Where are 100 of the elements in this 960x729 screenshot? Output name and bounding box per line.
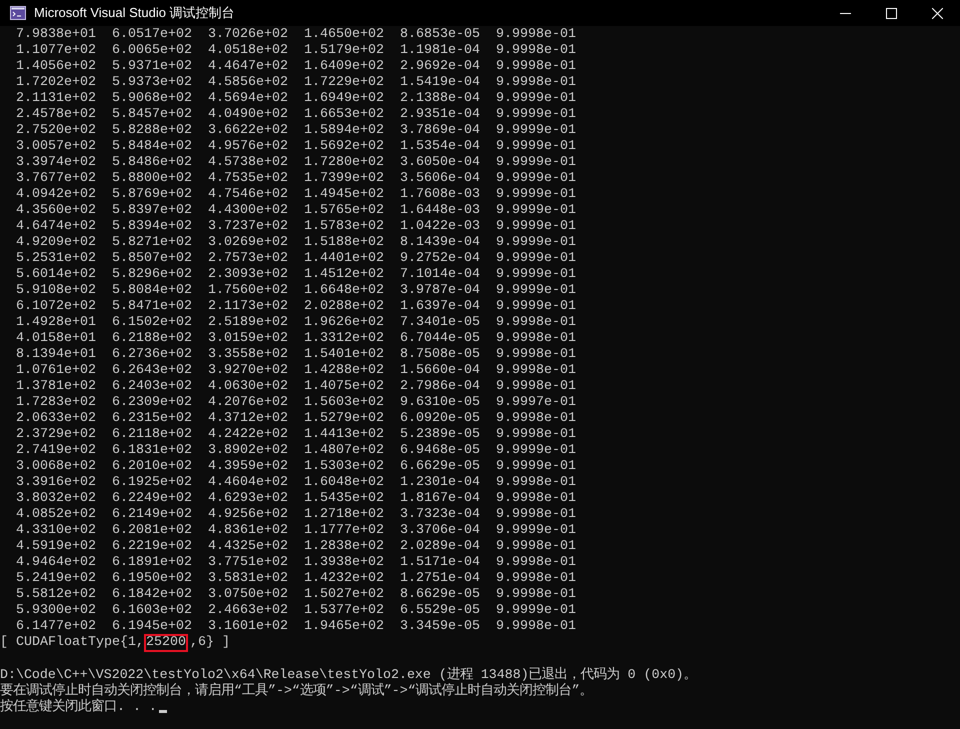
value-text: 4.8361e+02 [208, 523, 289, 539]
value-text: 6.1945e+02 [112, 619, 193, 635]
value-text: 1.4056e+02 [16, 59, 97, 75]
value-text: 2.4663e+02 [208, 603, 289, 619]
value-text: 5.8394e+02 [112, 219, 193, 235]
value-text: 6.2118e+02 [112, 427, 193, 443]
value-text: 9.9998e-01 [496, 507, 577, 523]
value-text: 4.9576e+02 [208, 139, 289, 155]
value-text: 2.4578e+02 [16, 107, 97, 123]
value-text: 5.8486e+02 [112, 155, 193, 171]
value-text: 9.9999e-01 [496, 187, 577, 203]
value-text: 9.9998e-01 [496, 27, 577, 43]
value-text: 6.2249e+02 [112, 491, 193, 507]
value-text: 5.9068e+02 [112, 91, 193, 107]
value-text: 1.4650e+02 [304, 27, 385, 43]
value-text: 9.9998e-01 [496, 539, 577, 555]
value-text: 2.1173e+02 [208, 299, 289, 315]
value-text: 6.5529e-05 [400, 603, 481, 619]
value-text: 1.5188e+02 [304, 235, 385, 251]
value-text: 6.2403e+02 [112, 379, 193, 395]
value-text: 1.7608e-03 [400, 187, 481, 203]
value-text: 3.7677e+02 [16, 171, 97, 187]
value-text: 3.9787e-04 [400, 283, 481, 299]
value-text: 2.7573e+02 [208, 251, 289, 267]
value-text: 4.7546e+02 [208, 187, 289, 203]
value-text: 1.5419e-04 [400, 75, 481, 91]
value-text: 4.0518e+02 [208, 43, 289, 59]
value-text: 5.2419e+02 [16, 571, 97, 587]
value-text: 5.8769e+02 [112, 187, 193, 203]
value-text: 2.1388e-04 [400, 91, 481, 107]
value-text: 9.9998e-01 [496, 491, 577, 507]
value-text: 9.9998e-01 [496, 347, 577, 363]
value-text: 5.8296e+02 [112, 267, 193, 283]
value-text: 3.0068e+02 [16, 459, 97, 475]
value-text: 4.6293e+02 [208, 491, 289, 507]
value-text: 5.9300e+02 [16, 603, 97, 619]
value-text: 2.7986e-04 [400, 379, 481, 395]
value-text: 9.9999e-01 [496, 235, 577, 251]
value-text: 9.9999e-01 [496, 139, 577, 155]
value-text: 1.5692e+02 [304, 139, 385, 155]
value-text: 6.2315e+02 [112, 411, 193, 427]
value-text: 4.4604e+02 [208, 475, 289, 491]
value-text: 9.9999e-01 [496, 459, 577, 475]
value-text: 9.9999e-01 [496, 283, 577, 299]
value-text: 5.2389e-05 [400, 427, 481, 443]
console-text: 要在调试停止时自动关闭控制台，请启用“工具”->“选项”->“调试”->“调试停止时自动关闭控制台”。 [0, 683, 593, 698]
value-text: 2.3729e+02 [16, 427, 97, 443]
value-text: 3.5831e+02 [208, 571, 289, 587]
maximize-icon [886, 8, 896, 18]
value-text: 1.5401e+02 [304, 347, 385, 363]
value-text: 9.9999e-01 [496, 299, 577, 315]
value-text: 4.0942e+02 [16, 187, 97, 203]
value-text: 4.2422e+02 [208, 427, 289, 443]
value-text: 1.4928e+01 [16, 315, 97, 331]
value-text: 4.9464e+02 [16, 555, 97, 571]
value-text: 2.0289e-04 [400, 539, 481, 555]
value-text: 5.8507e+02 [112, 251, 193, 267]
value-text: 1.6448e-03 [400, 203, 481, 219]
value-text: 5.2531e+02 [16, 251, 97, 267]
value-text: 1.1777e+02 [304, 523, 385, 539]
value-text: 4.0490e+02 [208, 107, 289, 123]
value-text: 6.2736e+02 [112, 347, 193, 363]
value-text: 6.2219e+02 [112, 539, 193, 555]
value-text: 1.2838e+02 [304, 539, 385, 555]
value-text: 6.1502e+02 [112, 315, 193, 331]
value-text: 4.0630e+02 [208, 379, 289, 395]
value-text: 2.5189e+02 [208, 315, 289, 331]
value-text: 7.1014e-04 [400, 267, 481, 283]
value-text: 9.9998e-01 [496, 315, 577, 331]
value-text: 1.4075e+02 [304, 379, 385, 395]
value-text: 1.5179e+02 [304, 43, 385, 59]
value-text: 1.6409e+02 [304, 59, 385, 75]
value-text: 1.7283e+02 [16, 395, 97, 411]
value-text: 4.4325e+02 [208, 539, 289, 555]
value-text: 2.9692e-04 [400, 59, 481, 75]
value-text: 1.7229e+02 [304, 75, 385, 91]
value-text: 1.4512e+02 [304, 267, 385, 283]
value-text: 1.1981e-04 [400, 43, 481, 59]
value-text: 9.9998e-01 [496, 43, 577, 59]
value-text: 5.8397e+02 [112, 203, 193, 219]
value-text: 1.3781e+02 [16, 379, 97, 395]
value-text: 6.1891e+02 [112, 555, 193, 571]
value-text: 1.0422e-03 [400, 219, 481, 235]
value-text: 1.2751e-04 [400, 571, 481, 587]
value-text: 5.8457e+02 [112, 107, 193, 123]
value-text: 4.9256e+02 [208, 507, 289, 523]
value-text: 3.0057e+02 [16, 139, 97, 155]
value-text: 2.3093e+02 [208, 267, 289, 283]
value-text: 1.3312e+02 [304, 331, 385, 347]
value-text: 5.5812e+02 [16, 587, 97, 603]
value-text: 3.3459e-05 [400, 619, 481, 635]
value-text: 1.5765e+02 [304, 203, 385, 219]
value-text: 5.9371e+02 [112, 59, 193, 75]
value-text: 3.7237e+02 [208, 219, 289, 235]
value-text: 5.8271e+02 [112, 235, 193, 251]
value-text: 6.2081e+02 [112, 523, 193, 539]
value-text: 3.3916e+02 [16, 475, 97, 491]
value-text: 9.9998e-01 [496, 411, 577, 427]
value-text: 2.0288e+02 [304, 299, 385, 315]
window-title: Microsoft Visual Studio 调试控制台 [34, 4, 235, 22]
